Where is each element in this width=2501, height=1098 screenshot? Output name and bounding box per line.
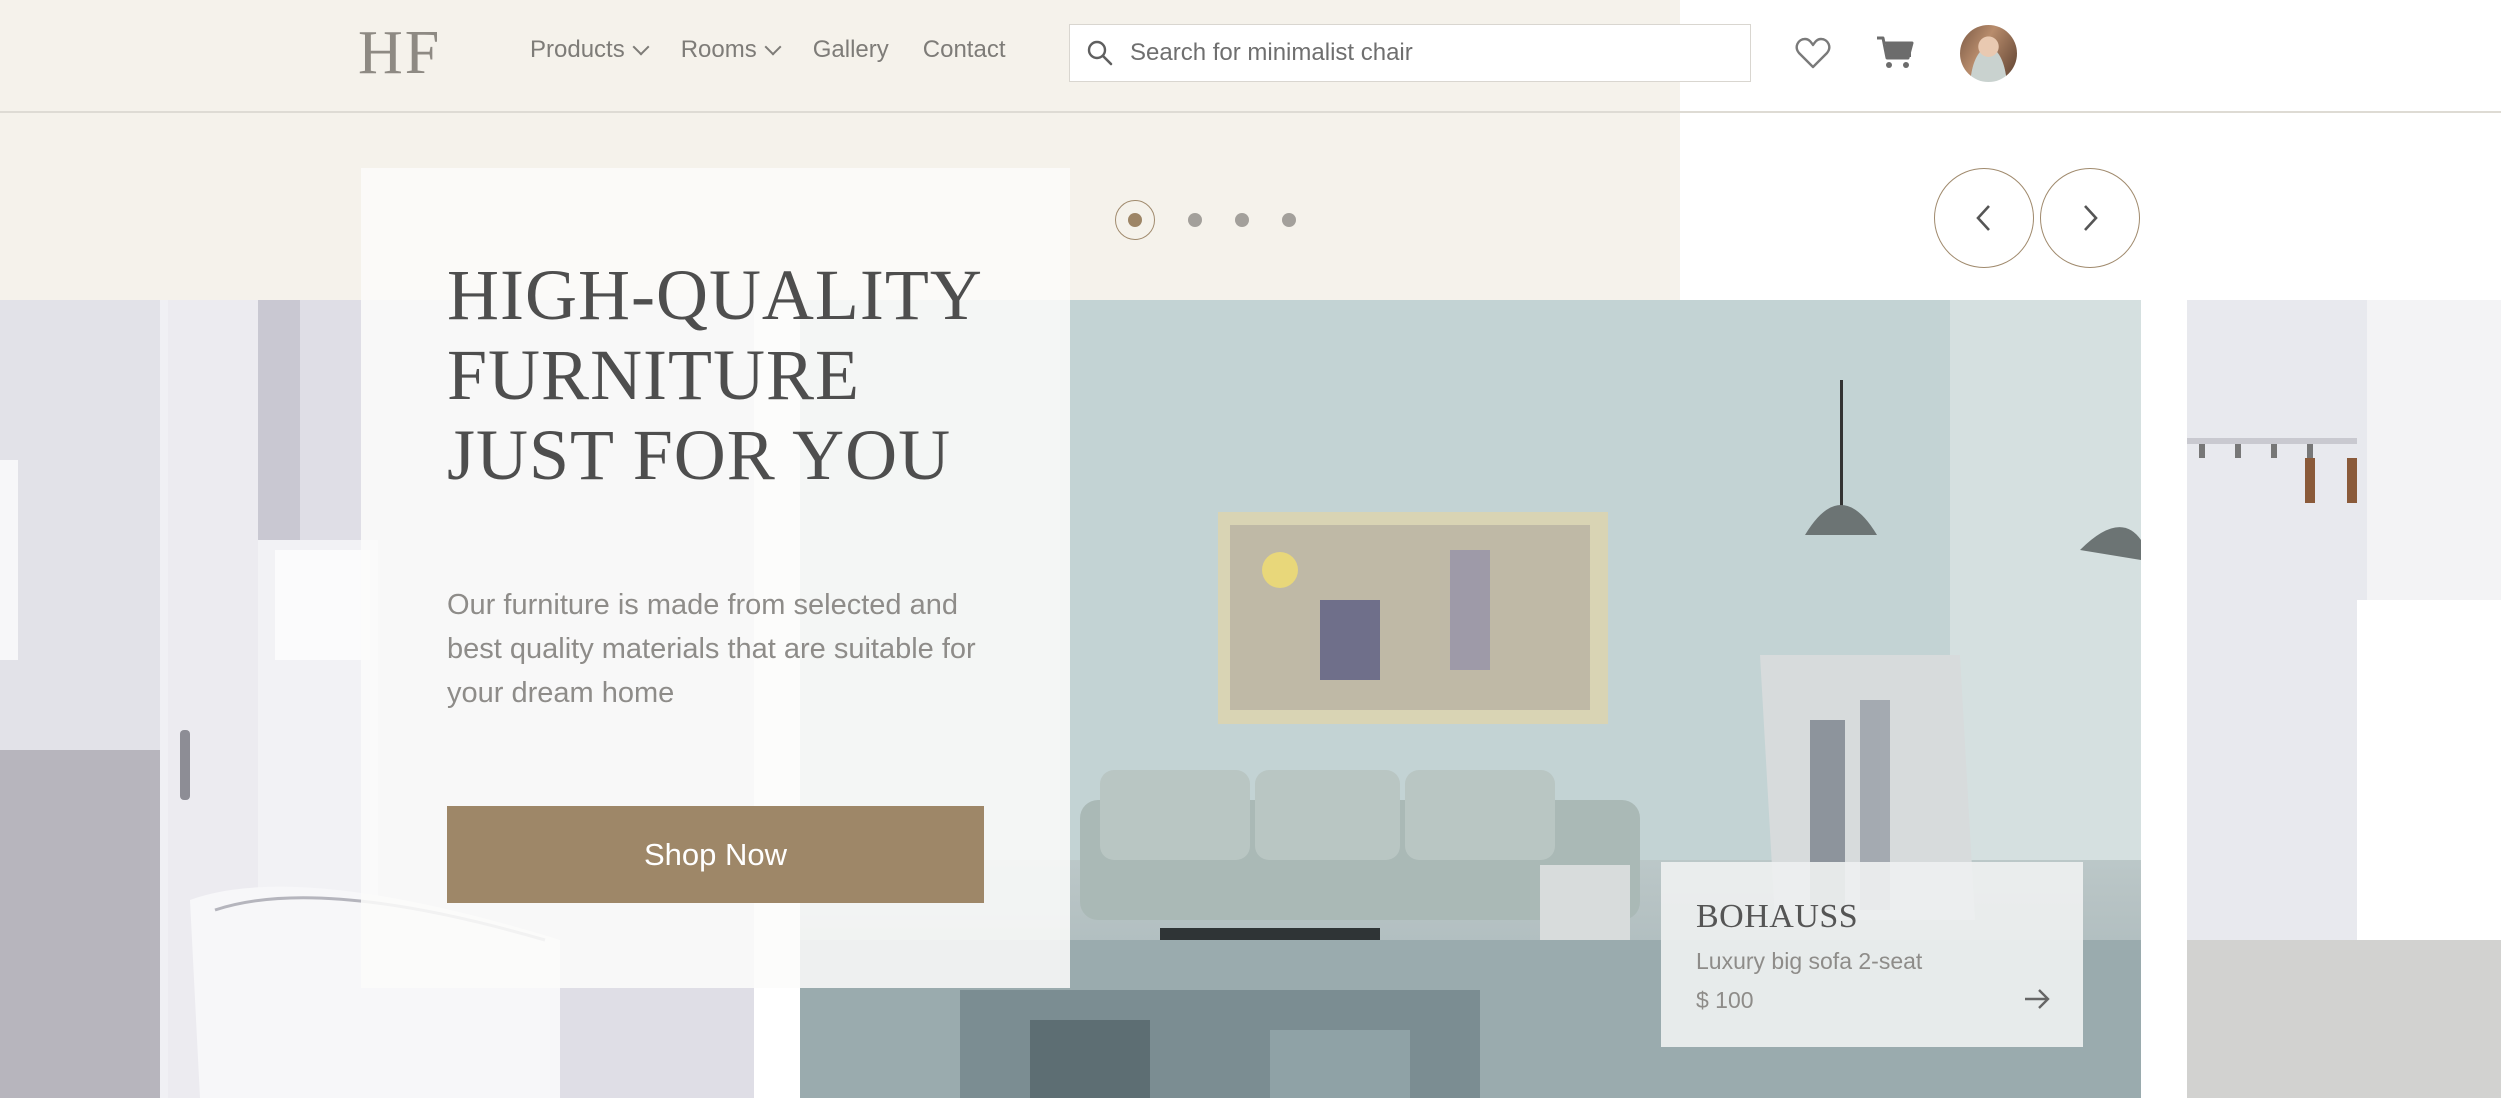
page: HF Products Rooms Gallery Contact Search… (0, 0, 2501, 1098)
arrow-right-icon[interactable] (2021, 984, 2053, 1014)
hallway-photo (2187, 300, 2501, 1098)
shop-now-button[interactable]: Shop Now (447, 806, 984, 903)
main-nav: Products Rooms Gallery Contact (530, 36, 1006, 64)
nav-item-gallery[interactable]: Gallery (813, 36, 889, 64)
nav-item-products[interactable]: Products (530, 36, 650, 64)
hero-description: Our furniture is made from selected and … (447, 589, 976, 709)
avatar[interactable] (1960, 25, 2017, 82)
brand-logo[interactable]: HF (358, 18, 441, 89)
nav-item-rooms[interactable]: Rooms (680, 36, 782, 64)
nav-item-label: Contact (922, 36, 1006, 63)
product-card[interactable]: BOHAUSS Luxury big sofa 2-seat $ 100 (1661, 862, 2083, 1047)
cart-icon[interactable] (1872, 30, 1918, 76)
search-icon[interactable] (1070, 25, 1130, 81)
chevron-left-icon (1976, 205, 1990, 231)
hero-title: HIGH-QUALITY FURNITURE JUST FOR YOU (447, 255, 983, 495)
heart-icon[interactable] (1790, 30, 1836, 76)
carousel-indicators (1115, 200, 1296, 240)
carousel-prev-button[interactable] (1934, 168, 2034, 268)
carousel-next-button[interactable] (2040, 168, 2140, 268)
carousel-dot-1[interactable] (1115, 200, 1155, 240)
chevron-right-icon (2084, 205, 2098, 231)
nav-item-label: Products (530, 36, 625, 63)
carousel-dot-3[interactable] (1235, 213, 1249, 227)
search-input[interactable] (1130, 26, 1750, 80)
product-subtitle: Luxury big sofa 2-seat (1696, 948, 1923, 974)
nav-item-label: Gallery (812, 36, 889, 63)
hero-title-line: JUST FOR YOU (447, 415, 952, 495)
carousel-dot-4[interactable] (1282, 213, 1296, 227)
chevron-down-icon (764, 38, 782, 56)
search-bar (1069, 24, 1751, 82)
header-divider (0, 111, 2501, 113)
chevron-down-icon (632, 38, 650, 56)
hero-title-line: FURNITURE (447, 335, 861, 415)
nav-item-contact[interactable]: Contact (923, 36, 1006, 64)
hero-title-line: HIGH-QUALITY (447, 255, 983, 335)
nav-item-label: Rooms (680, 36, 757, 63)
product-price: $ 100 (1696, 987, 1754, 1013)
product-title: BOHAUSS (1696, 898, 1859, 935)
carousel-dot-2[interactable] (1188, 213, 1202, 227)
